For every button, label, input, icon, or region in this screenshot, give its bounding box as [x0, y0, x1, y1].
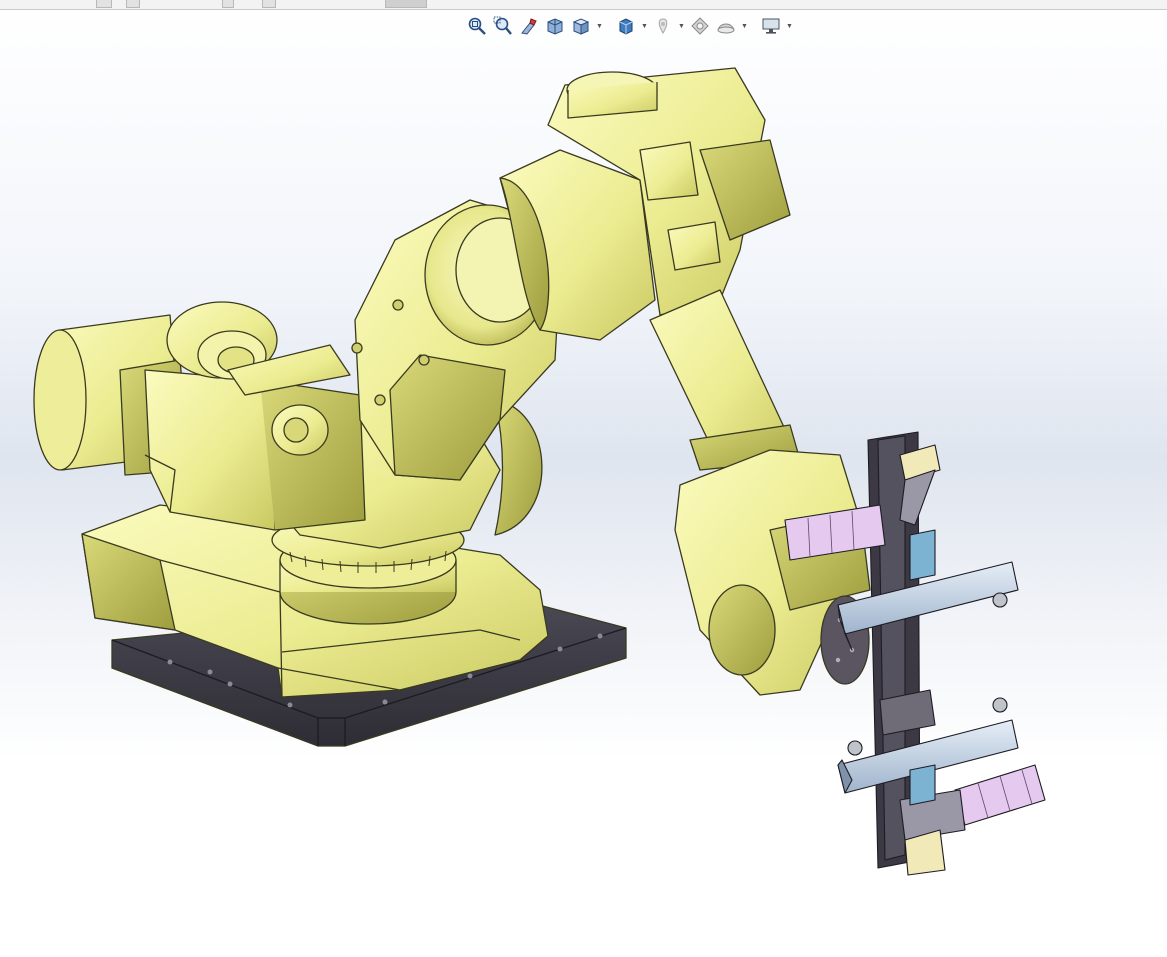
toolbar-tab[interactable] [96, 0, 112, 8]
toolbar-tab[interactable] [126, 0, 140, 8]
pneumatic-cylinder-bottom [954, 764, 1046, 826]
toolbar-tab[interactable] [262, 0, 276, 8]
toolbar-tab-selected[interactable] [385, 0, 427, 8]
graphics-area[interactable] [0, 9, 1167, 952]
robot-assembly-model[interactable] [0, 9, 1167, 952]
toolbar-tab[interactable] [222, 0, 234, 8]
